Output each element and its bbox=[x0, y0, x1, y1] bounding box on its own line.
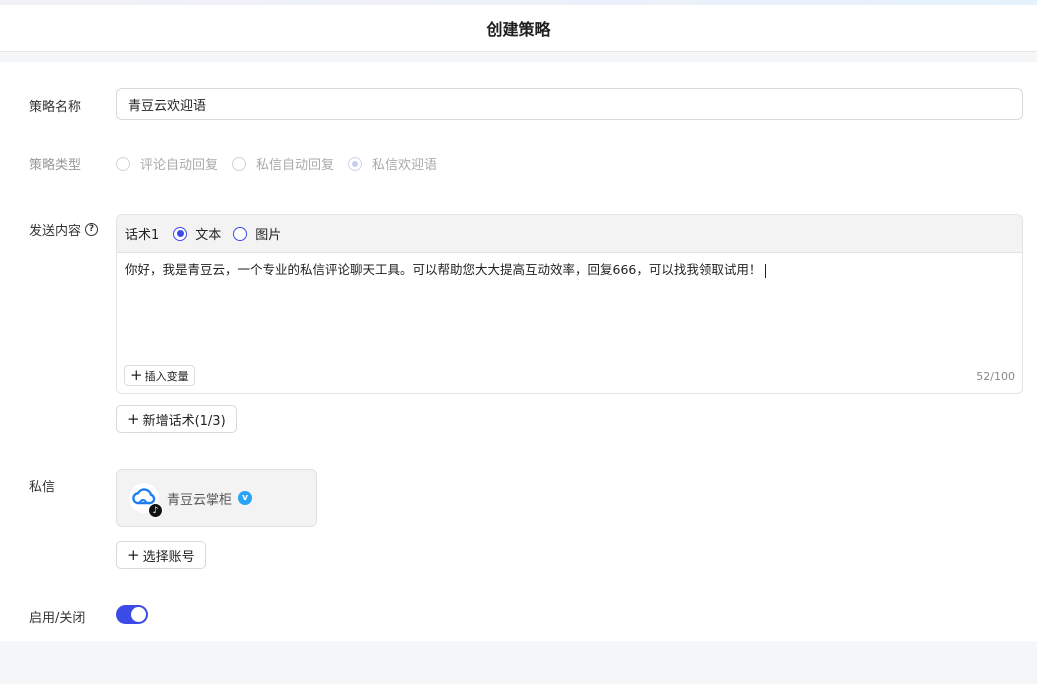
select-account-label: 选择账号 bbox=[142, 549, 195, 565]
strategy-type-label: 策略类型 bbox=[29, 154, 81, 173]
format-radio-text[interactable]: 文本 bbox=[173, 224, 221, 243]
message-text: 你好，我是青豆云，一个专业的私信评论聊天工具。可以帮助您大大提高互动效率，回复6… bbox=[125, 262, 762, 277]
form-panel: 策略名称 策略类型 评论自动回复 私信自动回复 私信欢迎语 发送内容 ? 话术1… bbox=[0, 62, 1037, 641]
account-card[interactable]: ♪ 青豆云掌柜 v bbox=[116, 469, 317, 527]
account-name: 青豆云掌柜 bbox=[167, 492, 233, 508]
radio-private-welcome[interactable]: 私信欢迎语 bbox=[348, 154, 437, 173]
char-counter: 52/100 bbox=[976, 370, 1015, 383]
script-name: 话术1 bbox=[125, 228, 160, 243]
radio-label: 私信自动回复 bbox=[256, 158, 335, 173]
strategy-name-input[interactable] bbox=[116, 88, 1023, 120]
question-circle-icon[interactable]: ? bbox=[85, 223, 99, 236]
text-caret bbox=[765, 263, 767, 278]
private-message-label-text: 私信 bbox=[29, 480, 56, 495]
strategy-name-label-text: 策略名称 bbox=[29, 100, 82, 115]
radio-label: 私信欢迎语 bbox=[372, 158, 438, 173]
add-script-label: 新增话术(1/3) bbox=[142, 413, 226, 429]
add-script-button[interactable]: + 新增话术(1/3) bbox=[116, 405, 237, 433]
page-header: 创建策略 bbox=[0, 5, 1037, 52]
radio-label: 图片 bbox=[255, 228, 282, 243]
radio-circle-checked bbox=[348, 156, 363, 171]
content-editor: 话术1 文本 图片 你好，我是青豆云，一个专业的私信评论聊天工具。可以帮助您大大… bbox=[116, 214, 1023, 394]
send-content-label-text: 发送内容 bbox=[29, 224, 82, 239]
radio-circle bbox=[232, 156, 247, 171]
page-title: 创建策略 bbox=[486, 20, 551, 39]
strategy-name-label: 策略名称 bbox=[29, 96, 81, 115]
select-account-button[interactable]: + 选择账号 bbox=[116, 541, 206, 569]
radio-comment-auto-reply[interactable]: 评论自动回复 bbox=[116, 154, 218, 173]
radio-circle-checked bbox=[173, 226, 188, 241]
insert-variable-button[interactable]: + 插入变量 bbox=[124, 365, 195, 386]
content-editor-header: 话术1 文本 图片 bbox=[117, 215, 1022, 253]
enable-toggle[interactable] bbox=[116, 605, 148, 624]
plus-icon: + bbox=[130, 366, 143, 384]
toggle-knob bbox=[131, 607, 146, 622]
radio-label: 评论自动回复 bbox=[140, 158, 219, 173]
plus-icon: + bbox=[127, 545, 140, 564]
strategy-type-radio-group: 评论自动回复 私信自动回复 私信欢迎语 bbox=[116, 154, 451, 173]
radio-circle bbox=[233, 226, 248, 241]
radio-label: 文本 bbox=[195, 228, 222, 243]
insert-variable-label: 插入变量 bbox=[144, 369, 189, 383]
radio-private-auto-reply[interactable]: 私信自动回复 bbox=[232, 154, 334, 173]
format-radio-image[interactable]: 图片 bbox=[233, 224, 281, 243]
radio-circle bbox=[116, 156, 130, 171]
avatar: ♪ bbox=[129, 483, 163, 518]
message-textarea[interactable]: 你好，我是青豆云，一个专业的私信评论聊天工具。可以帮助您大大提高互动效率，回复6… bbox=[117, 253, 1022, 353]
tiktok-icon: ♪ bbox=[148, 503, 163, 518]
plus-icon: + bbox=[127, 409, 140, 428]
send-content-label: 发送内容 ? bbox=[29, 220, 99, 239]
enable-label: 启用/关闭 bbox=[29, 607, 85, 626]
enable-label-text: 启用/关闭 bbox=[29, 611, 86, 626]
verified-icon: v bbox=[238, 491, 253, 505]
private-message-label: 私信 bbox=[29, 476, 55, 495]
strategy-type-label-text: 策略类型 bbox=[29, 158, 82, 173]
